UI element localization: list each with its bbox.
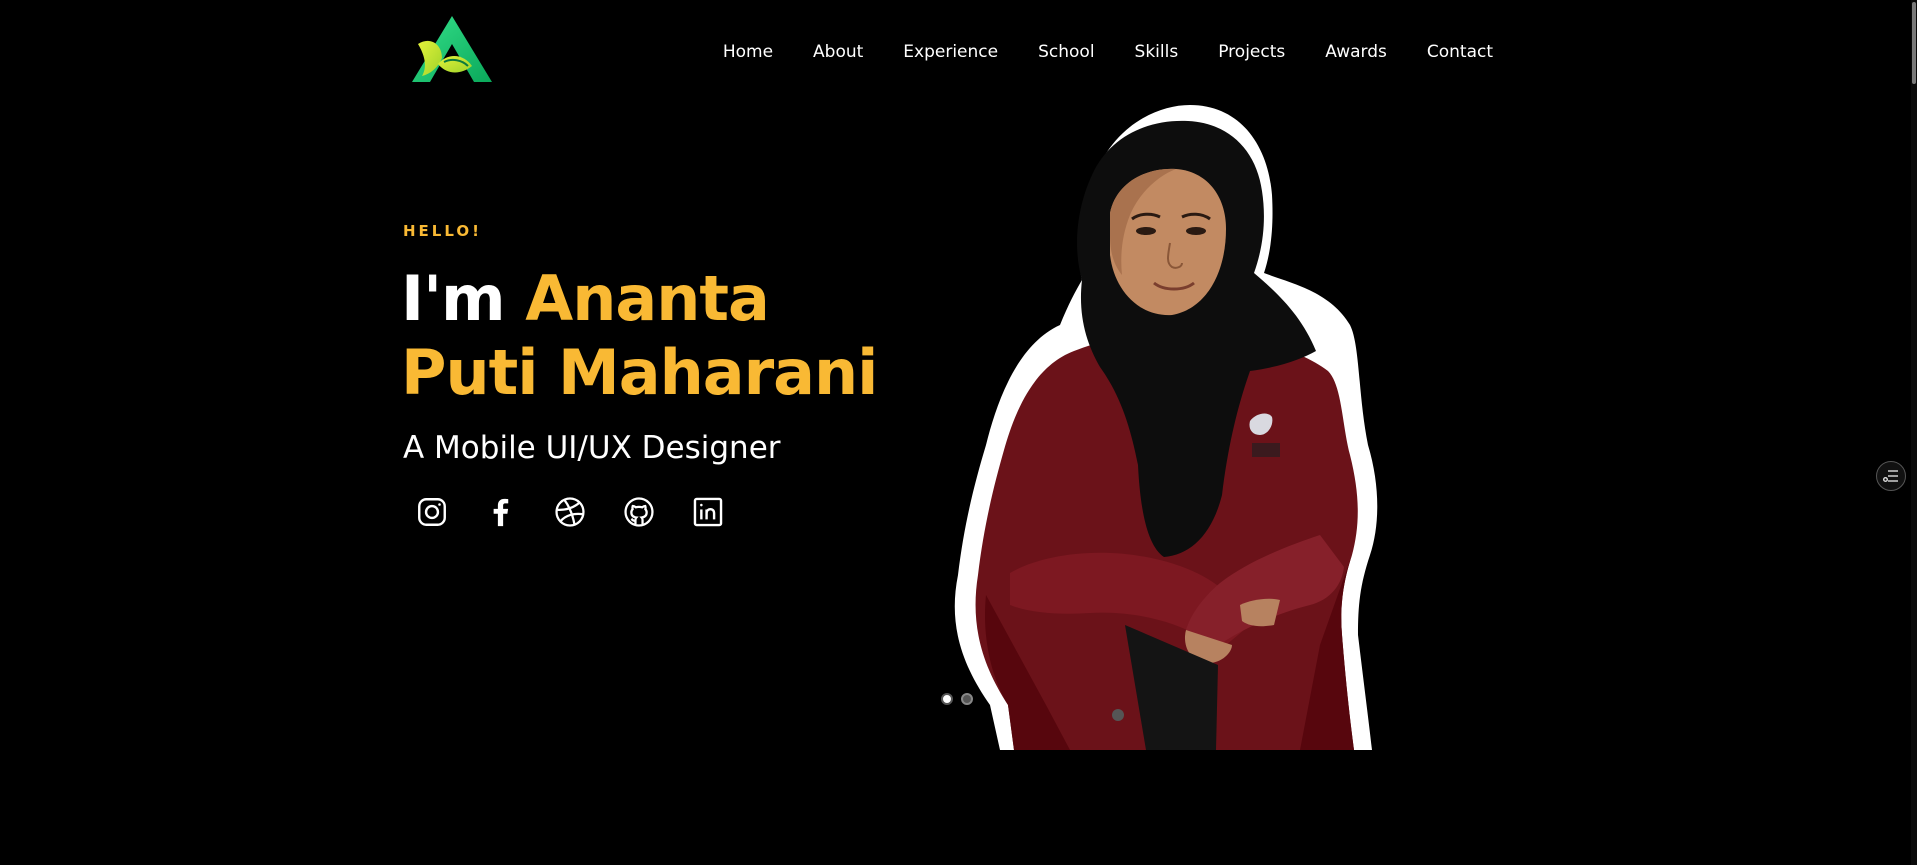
scrollbar-thumb[interactable] — [1912, 2, 1916, 84]
instagram-icon[interactable] — [414, 494, 450, 530]
carousel-dot-2[interactable] — [961, 693, 973, 705]
linkedin-icon[interactable] — [690, 494, 726, 530]
nav-contact[interactable]: Contact — [1427, 38, 1493, 66]
nav-home[interactable]: Home — [723, 38, 773, 66]
social-links — [414, 494, 726, 530]
hero-headline: I'm Ananta Puti Maharani — [401, 262, 921, 410]
greeting-label: HELLO! — [403, 222, 482, 240]
leaf-a-logo-icon[interactable] — [408, 14, 496, 86]
page-scrollbar[interactable] — [1911, 0, 1917, 865]
nav-projects[interactable]: Projects — [1218, 38, 1285, 66]
nav-experience[interactable]: Experience — [903, 38, 998, 66]
settings-sliders-icon[interactable] — [1876, 461, 1906, 491]
portrait-image — [954, 105, 1378, 750]
page: Home About Experience School Skills Proj… — [0, 0, 1917, 865]
hero-role: A Mobile UI/UX Designer — [403, 430, 781, 466]
carousel-dot-1[interactable] — [941, 693, 953, 705]
nav-skills[interactable]: Skills — [1135, 38, 1179, 66]
github-icon[interactable] — [621, 494, 657, 530]
dribbble-icon[interactable] — [552, 494, 588, 530]
main-nav: Home About Experience School Skills Proj… — [683, 38, 1493, 66]
carousel-indicators — [941, 693, 973, 705]
nav-school[interactable]: School — [1038, 38, 1094, 66]
intro-text: I'm — [401, 262, 506, 335]
facebook-icon[interactable] — [483, 494, 519, 530]
nav-awards[interactable]: Awards — [1325, 38, 1387, 66]
nav-about[interactable]: About — [813, 38, 863, 66]
